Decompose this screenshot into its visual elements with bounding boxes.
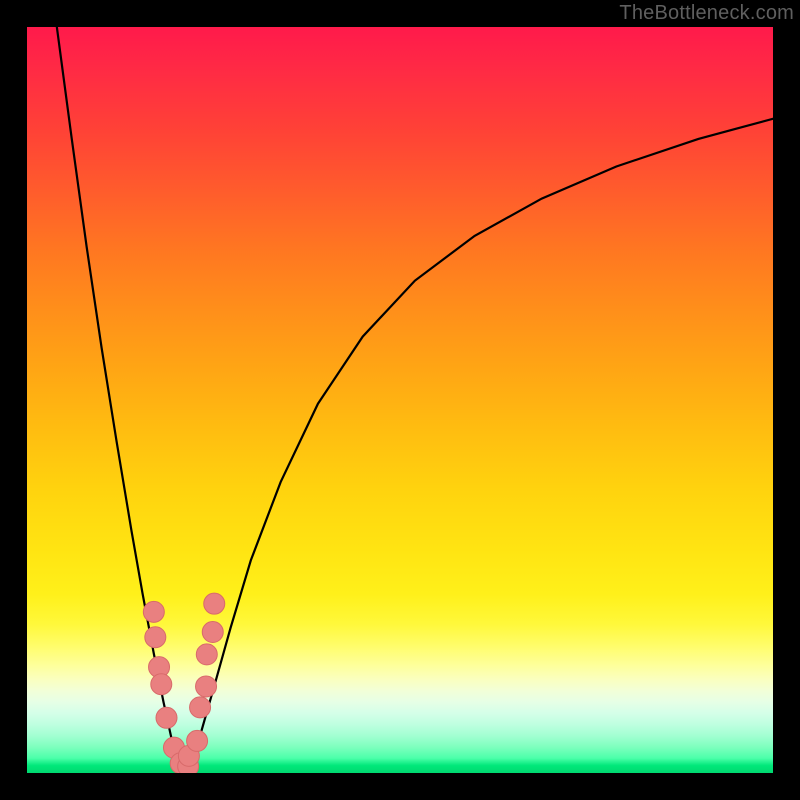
dot bbox=[196, 676, 217, 697]
dot bbox=[202, 622, 223, 643]
chart-svg bbox=[27, 27, 773, 773]
dot bbox=[204, 593, 225, 614]
dot bbox=[145, 627, 166, 648]
curve-right-branch bbox=[184, 119, 773, 773]
plot-area bbox=[27, 27, 773, 773]
watermark-text: TheBottleneck.com bbox=[619, 2, 794, 25]
dot bbox=[151, 674, 172, 695]
dots-group bbox=[143, 593, 224, 773]
dot bbox=[196, 644, 217, 665]
dot bbox=[143, 601, 164, 622]
outer-frame: TheBottleneck.com bbox=[0, 0, 800, 800]
dot bbox=[187, 730, 208, 751]
dot bbox=[190, 697, 211, 718]
dot bbox=[156, 707, 177, 728]
